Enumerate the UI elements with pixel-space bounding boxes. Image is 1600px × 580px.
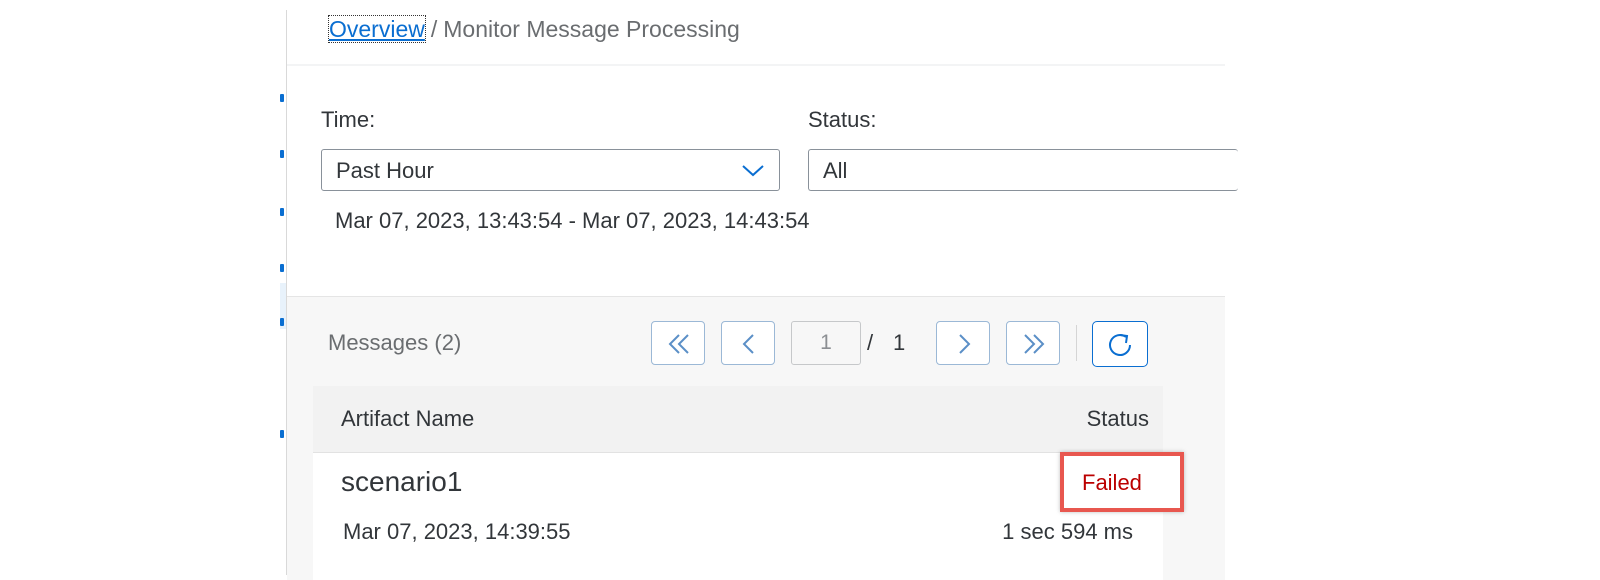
toolbar-separator <box>1076 325 1077 361</box>
previous-page-button[interactable] <box>721 321 775 365</box>
nav-marker[interactable] <box>280 318 284 326</box>
time-filter-label: Time: <box>321 107 376 132</box>
nav-marker[interactable] <box>280 430 284 438</box>
nav-marker[interactable] <box>280 94 284 102</box>
refresh-button[interactable] <box>1092 321 1148 367</box>
time-range-text: Mar 07, 2023, 13:43:54 - Mar 07, 2023, 1… <box>335 208 810 233</box>
status-badge: Failed <box>1082 470 1142 495</box>
time-filter-select[interactable]: Past Hour <box>321 149 780 191</box>
nav-marker[interactable] <box>280 208 284 216</box>
message-date: Mar 07, 2023, 14:39:55 <box>343 519 571 544</box>
messages-count-title: Messages (2) <box>328 330 462 355</box>
total-pages: 1 <box>893 330 906 355</box>
first-page-button[interactable] <box>651 321 705 365</box>
breadcrumb-current: Monitor Message Processing <box>443 16 740 42</box>
messages-table: Artifact Name Status scenario1 Mar 07, 2… <box>313 386 1184 580</box>
page-number-input[interactable]: 1 <box>791 321 861 365</box>
artifact-name: scenario1 <box>341 466 463 497</box>
last-page-icon <box>1024 334 1045 354</box>
page-separator: / <box>867 330 874 355</box>
last-page-button[interactable] <box>1006 321 1060 365</box>
status-filter-select[interactable]: All <box>808 149 1238 191</box>
status-highlight-box: Failed <box>1060 452 1184 512</box>
table-header: Artifact Name Status <box>313 386 1163 453</box>
messages-section: Messages (2) 1 / 1 Artifact Name Status … <box>287 296 1225 580</box>
column-header-status[interactable]: Status <box>1087 406 1149 432</box>
column-header-artifact-name[interactable]: Artifact Name <box>341 406 474 432</box>
chevron-down-icon <box>742 165 764 177</box>
status-filter-value: All <box>823 158 848 183</box>
next-page-icon <box>959 334 971 354</box>
breadcrumb-separator: / <box>430 16 438 42</box>
nav-marker[interactable] <box>280 150 284 158</box>
breadcrumb-overview-link[interactable]: Overview <box>328 15 426 43</box>
breadcrumb-divider <box>287 64 1225 66</box>
refresh-icon <box>1109 334 1131 356</box>
status-filter-label: Status: <box>808 107 877 132</box>
next-page-button[interactable] <box>936 321 990 365</box>
time-filter-value: Past Hour <box>336 158 434 183</box>
nav-marker[interactable] <box>280 264 284 272</box>
message-duration: 1 sec 594 ms <box>1002 519 1133 544</box>
monitor-panel: Overview / Monitor Message Processing Time… <box>287 0 1238 580</box>
breadcrumb: Overview / Monitor Message Processing <box>328 15 740 43</box>
first-page-icon <box>668 334 689 354</box>
previous-page-icon <box>742 334 754 354</box>
